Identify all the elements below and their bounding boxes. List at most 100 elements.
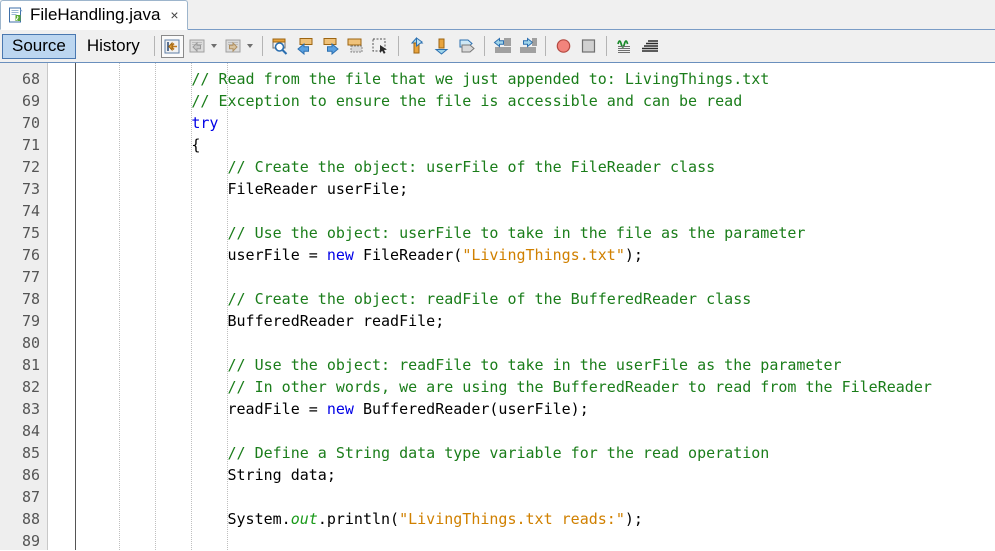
shift-up-icon (410, 37, 424, 54)
code-line[interactable]: // Use the object: readFile to take in t… (76, 354, 995, 376)
close-icon[interactable]: × (166, 8, 178, 22)
code-line[interactable] (76, 486, 995, 508)
forward-button[interactable] (222, 35, 245, 58)
stop-button[interactable] (577, 35, 600, 58)
code-line[interactable]: // Exception to ensure the file is acces… (76, 90, 995, 112)
shift-line-up-button[interactable] (405, 35, 428, 58)
code-editor[interactable]: 68 69 70 71 72 73 74 75 76 77 78 79 80 81 82 83 84 85 86 87… (0, 63, 995, 550)
code-line[interactable] (76, 420, 995, 442)
code-token-comment: // In other words, we are using the Buff… (83, 378, 932, 396)
code-token-plain: FileReader( (353, 246, 463, 264)
code-line[interactable]: // Create the object: readFile of the Bu… (76, 288, 995, 310)
code-line[interactable]: readFile = new BufferedReader(userFile); (76, 398, 995, 420)
code-token-keyword: new (326, 246, 354, 264)
back-dropdown-arrow-icon[interactable] (210, 36, 219, 56)
code-line[interactable]: String data; (76, 464, 995, 486)
code-token-plain: BufferedReader readFile; (83, 312, 445, 330)
code-token-plain: ); (624, 510, 643, 528)
line-number: 89 (21, 532, 40, 550)
code-token-comment: // Create the object: userFile of the Fi… (83, 158, 716, 176)
code-token-keyword: try (83, 114, 219, 132)
code-token-plain: userFile = (83, 246, 327, 264)
toolbar-separator (153, 36, 155, 56)
back-button[interactable] (186, 35, 209, 58)
code-line[interactable]: userFile = new FileReader("LivingThings.… (76, 244, 995, 266)
code-token-plain: BufferedReader(userFile); (353, 400, 589, 418)
code-text-area[interactable]: // Read from the file that we just appen… (76, 63, 995, 550)
tab-source[interactable]: Source (2, 33, 76, 59)
document-tab-filehandling[interactable]: FileHandling.java × (0, 0, 188, 30)
breakpoint-circle-icon (556, 39, 571, 53)
forward-dropdown-arrow-icon[interactable] (246, 36, 255, 56)
toggle-highlight-icon (347, 38, 363, 53)
code-token-comment: // Read from the file that we just appen… (83, 70, 770, 88)
code-line[interactable]: // Use the object: userFile to take in t… (76, 222, 995, 244)
code-line[interactable]: { (76, 134, 995, 156)
code-line[interactable] (76, 332, 995, 354)
code-line[interactable]: // In other words, we are using the Buff… (76, 376, 995, 398)
code-token-plain: FileReader userFile; (83, 180, 409, 198)
shift-left-button[interactable] (491, 35, 514, 58)
code-fold-margin[interactable] (65, 63, 76, 550)
find-next-icon (323, 38, 339, 55)
code-line[interactable] (76, 266, 995, 288)
code-token-plain: .println( (317, 510, 400, 528)
code-token-plain: ); (624, 246, 643, 264)
glyph-margin[interactable] (48, 63, 65, 550)
code-token-comment: // Exception to ensure the file is acces… (83, 92, 743, 110)
code-line[interactable]: FileReader userFile; (76, 178, 995, 200)
toolbar-separator (261, 36, 263, 56)
code-line[interactable]: // Read from the file that we just appen… (76, 68, 995, 90)
code-line[interactable]: // Define a String data type variable fo… (76, 442, 995, 464)
stop-square-icon (581, 39, 595, 53)
rectangular-selection-button[interactable] (369, 35, 392, 58)
line-number: 79 (21, 312, 40, 330)
shift-line-down-button[interactable] (430, 35, 453, 58)
inspect-button[interactable] (613, 35, 636, 58)
java-file-icon (8, 7, 24, 23)
find-selection-button[interactable] (269, 35, 292, 58)
find-previous-icon (297, 38, 313, 55)
line-number: 76 (21, 246, 40, 264)
code-token-comment: // Use the object: userFile to take in t… (83, 224, 806, 242)
line-number: 82 (21, 378, 40, 396)
format-lines-icon (641, 40, 658, 52)
line-number: 68 (21, 70, 40, 88)
last-edit-position-button[interactable] (160, 34, 184, 58)
line-number: 86 (21, 466, 40, 484)
line-number-gutter: 68 69 70 71 72 73 74 75 76 77 78 79 80 81 82 83 84 85 86 87… (0, 63, 48, 550)
tab-history[interactable]: History (78, 34, 149, 59)
code-line[interactable]: try (76, 112, 995, 134)
toolbar-separator (544, 36, 546, 56)
code-token-plain: String data; (83, 466, 336, 484)
line-number: 73 (21, 180, 40, 198)
code-lines: // Read from the file that we just appen… (76, 68, 995, 550)
code-line[interactable] (76, 530, 995, 550)
find-next-button[interactable] (319, 35, 342, 58)
tab-source-label: Source (12, 36, 66, 55)
find-magnifier-icon (272, 38, 287, 55)
code-line[interactable]: BufferedReader readFile; (76, 310, 995, 332)
shift-right-button[interactable] (516, 35, 539, 58)
forward-arrow-icon (225, 39, 241, 52)
toggle-highlight-button[interactable] (344, 35, 367, 58)
toggle-breakpoint-button[interactable] (552, 35, 575, 58)
find-previous-button[interactable] (294, 35, 317, 58)
shift-right-icon (519, 37, 537, 53)
copy-line-icon (459, 39, 475, 53)
document-tab-strip: FileHandling.java × (0, 0, 995, 30)
format-button[interactable] (638, 35, 661, 58)
line-number: 78 (21, 290, 40, 308)
code-line[interactable]: System.out.println("LivingThings.txt rea… (76, 508, 995, 530)
code-token-string: "LivingThings.txt" (462, 246, 625, 264)
shift-left-icon (493, 37, 511, 53)
code-line[interactable] (76, 200, 995, 222)
line-number: 77 (21, 268, 40, 286)
line-number: 69 (21, 92, 40, 110)
code-token-plain: { (83, 136, 201, 154)
code-token-static: out (290, 510, 318, 528)
copy-line-button[interactable] (455, 35, 478, 58)
line-number: 70 (21, 114, 40, 132)
rectangular-selection-icon (372, 38, 387, 54)
code-line[interactable]: // Create the object: userFile of the Fi… (76, 156, 995, 178)
